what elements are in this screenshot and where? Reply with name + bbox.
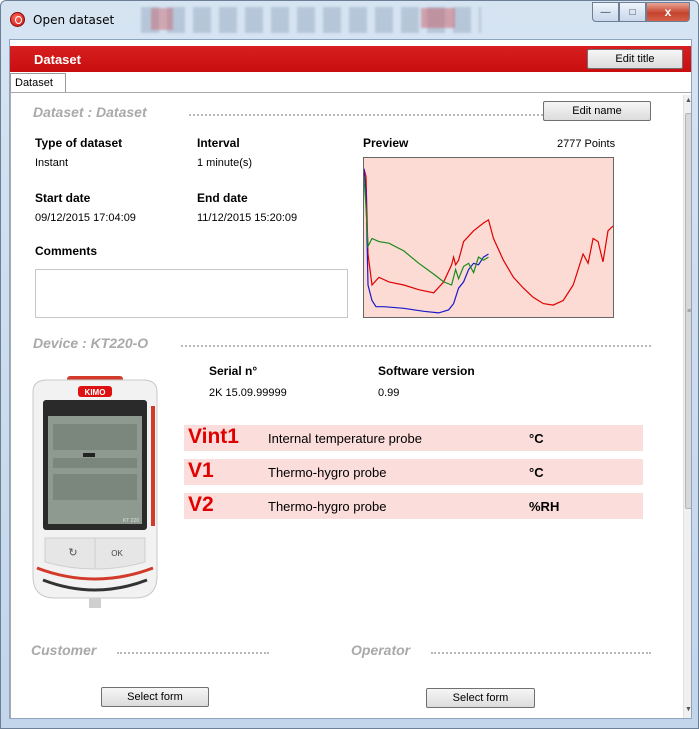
operator-select-form-button[interactable]: Select form (426, 688, 535, 708)
edit-name-button[interactable]: Edit name (543, 101, 651, 121)
device-drawing: KIMO KT 220 ↻ OK (32, 376, 158, 608)
points-count: 2777 Points (557, 138, 616, 150)
maximize-button[interactable]: □ (619, 2, 646, 22)
start-date-label: Start date (35, 191, 91, 205)
grip-icon: ≡ (687, 308, 692, 315)
dataset-header-bar: Dataset Edit title (10, 46, 691, 72)
preview-chart (363, 157, 614, 318)
comments-label: Comments (35, 244, 98, 258)
device-model-label: KT 220 (123, 518, 139, 524)
interval-value: 1 minute(s) (197, 157, 253, 169)
device-ok-label: OK (111, 549, 123, 558)
section-divider (117, 652, 269, 654)
preview-label: Preview (363, 136, 409, 150)
preview-series-line-0 (364, 168, 613, 306)
type-of-dataset-value: Instant (35, 157, 69, 169)
customer-section-title: Customer (31, 642, 97, 658)
probe-name: Thermo-hygro probe (268, 465, 387, 480)
probe-unit: %RH (529, 499, 560, 514)
edit-title-button[interactable]: Edit title (587, 49, 683, 69)
minimize-button[interactable]: — (592, 2, 619, 22)
background-toolbar-icon (151, 8, 173, 30)
software-version-label: Software version (378, 364, 475, 378)
probe-name: Internal temperature probe (268, 431, 422, 446)
section-divider (189, 114, 547, 116)
probe-row-v2: V2 Thermo-hygro probe %RH (184, 493, 643, 519)
comments-textbox[interactable] (35, 269, 348, 318)
probe-code: V2 (188, 493, 214, 516)
open-dataset-window: Open dataset — □ x Dataset Edit title Da… (0, 0, 699, 729)
client-area: Dataset Edit title Dataset Dataset : Dat… (9, 39, 692, 719)
probe-row-v1: V1 Thermo-hygro probe °C (184, 459, 643, 485)
scrollbar-thumb[interactable]: ≡ (685, 113, 692, 509)
end-date-label: End date (197, 191, 248, 205)
section-divider (431, 652, 651, 654)
device-section-title: Device : KT220-O (33, 335, 149, 351)
dataset-content: Dataset : Dataset Edit name Type of data… (10, 93, 670, 718)
software-version-value: 0.99 (378, 387, 400, 399)
preview-chart-svg (364, 168, 613, 314)
probe-code: V1 (188, 459, 214, 482)
header-title: Dataset (34, 52, 81, 67)
scroll-up-arrow-icon[interactable]: ▲ (684, 97, 691, 109)
serial-number-label: Serial n° (209, 364, 258, 378)
interval-label: Interval (197, 136, 240, 150)
probe-unit: °C (529, 431, 544, 446)
background-toolbar-icon (421, 8, 455, 28)
kt220-device-image: KIMO KT 220 ↻ OK (23, 376, 167, 612)
type-of-dataset-label: Type of dataset (35, 136, 123, 150)
dataset-section-title: Dataset : Dataset (33, 104, 147, 120)
title-bar[interactable]: Open dataset — □ x (1, 1, 698, 39)
probe-unit: °C (529, 465, 544, 480)
device-brand-label: KIMO (85, 388, 106, 397)
scroll-down-arrow-icon[interactable]: ▼ (684, 706, 691, 718)
close-button[interactable]: x (646, 2, 690, 22)
probe-name: Thermo-hygro probe (268, 499, 387, 514)
serial-number-value: 2K 15.09.99999 (209, 387, 287, 399)
probe-code: Vint1 (188, 425, 239, 448)
customer-select-form-button[interactable]: Select form (101, 687, 209, 707)
probe-row-vint1: Vint1 Internal temperature probe °C (184, 425, 643, 451)
vertical-scrollbar[interactable]: ▲ ≡ ▼ (683, 95, 692, 718)
start-date-value: 09/12/2015 17:04:09 (35, 212, 136, 224)
section-divider (181, 345, 651, 347)
tab-dataset[interactable]: Dataset (10, 73, 66, 93)
kimo-app-icon (10, 12, 25, 27)
window-title: Open dataset (33, 13, 115, 27)
operator-section-title: Operator (351, 642, 411, 658)
refresh-key-icon: ↻ (68, 546, 77, 559)
end-date-value: 11/12/2015 15:20:09 (197, 212, 298, 224)
